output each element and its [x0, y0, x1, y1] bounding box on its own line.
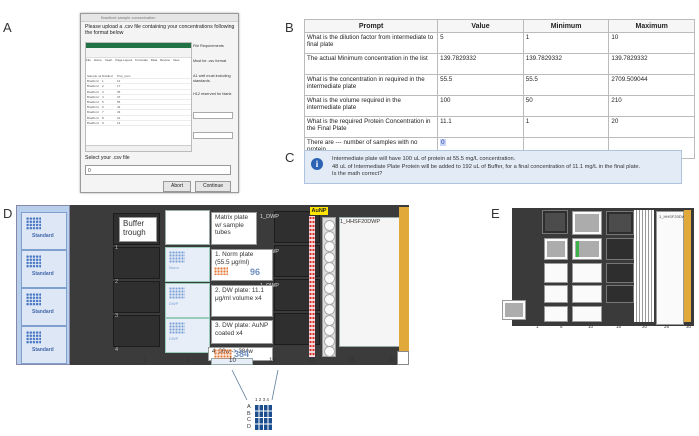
axis-label: 5	[560, 324, 563, 329]
deck-slot[interactable]	[572, 306, 602, 322]
axis-label: 15	[616, 324, 622, 329]
deck-slot[interactable]	[572, 211, 602, 235]
inset-col: 3	[262, 397, 266, 402]
hhsf-plate-e[interactable]	[656, 211, 684, 325]
deck-slot[interactable]	[544, 306, 568, 322]
deck-slot[interactable]	[542, 210, 568, 234]
waste-plate[interactable]	[502, 300, 526, 320]
deck-slot[interactable]	[572, 285, 602, 303]
tube-strips[interactable]	[634, 210, 654, 322]
inset-well-grid	[254, 404, 272, 430]
deck-slot[interactable]	[606, 238, 634, 260]
axis-label: 30	[686, 324, 692, 329]
inset-row: A	[247, 404, 251, 410]
inset-row: D	[247, 423, 251, 430]
inset-col: 4	[266, 397, 269, 402]
well-layout-inset: 1 2 3 4 A B C D	[247, 397, 273, 432]
inset-col: 1	[255, 397, 258, 402]
axis-label: 1	[536, 324, 539, 329]
axis-label: 10	[588, 324, 594, 329]
deck-slot[interactable]	[572, 263, 602, 283]
deck-slot[interactable]	[544, 263, 568, 283]
axis-label: 20	[642, 324, 648, 329]
inset-col: 2	[258, 397, 262, 402]
deck-slot[interactable]	[544, 285, 568, 303]
axis-label: 25	[664, 324, 670, 329]
deck-slot[interactable]	[606, 285, 634, 303]
robot-deck-layout-e: 1_HHSF20DWP	[502, 208, 694, 326]
deck-slot[interactable]	[544, 238, 568, 260]
deck-slot[interactable]	[606, 211, 634, 235]
deck-slot[interactable]	[606, 263, 634, 283]
inset-row: C	[247, 417, 251, 423]
side-rail-e	[684, 210, 691, 322]
deck-slot[interactable]	[572, 238, 602, 260]
